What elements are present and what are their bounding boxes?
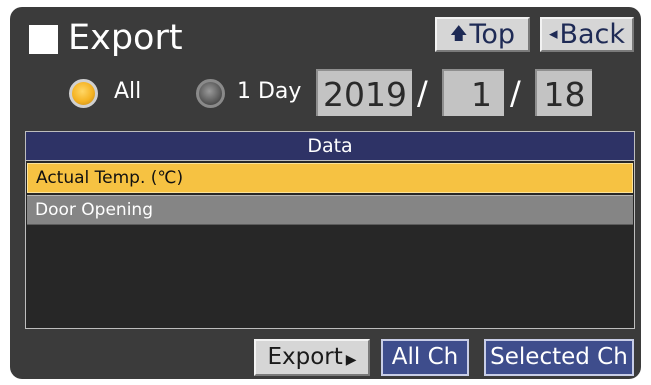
data-list-header: Data bbox=[26, 132, 634, 161]
radio-1-day[interactable] bbox=[196, 79, 225, 108]
month-field[interactable]: 1 bbox=[442, 69, 504, 116]
radio-all-label[interactable]: All bbox=[114, 77, 141, 107]
left-triangle-icon: ◂ bbox=[548, 24, 558, 44]
back-button-label: Back bbox=[559, 19, 626, 50]
title-square-icon bbox=[29, 25, 58, 54]
export-button-label: Export bbox=[267, 344, 343, 370]
selected-ch-button[interactable]: Selected Ch bbox=[484, 339, 634, 376]
top-button-label: Top bbox=[469, 19, 516, 50]
date-separator: / bbox=[417, 74, 428, 112]
all-ch-button[interactable]: All Ch bbox=[381, 339, 469, 376]
date-separator: / bbox=[510, 74, 521, 112]
export-button[interactable]: Export ▶ bbox=[254, 339, 370, 376]
play-triangle-icon: ▶ bbox=[345, 352, 357, 368]
radio-1-day-label[interactable]: 1 Day bbox=[237, 77, 301, 107]
top-button[interactable]: 🡅 Top bbox=[435, 17, 530, 52]
year-field[interactable]: 2019 bbox=[316, 69, 412, 116]
export-screen: Export 🡅 Top ◂ Back All 1 Day 2019 / 1 /… bbox=[10, 7, 641, 379]
data-row-actual-temp[interactable]: Actual Temp. (℃) bbox=[27, 163, 633, 193]
page-title: Export bbox=[68, 18, 183, 58]
data-row-door-opening[interactable]: Door Opening bbox=[27, 195, 633, 225]
radio-all[interactable] bbox=[69, 79, 98, 108]
back-button[interactable]: ◂ Back bbox=[540, 17, 634, 52]
day-field[interactable]: 18 bbox=[535, 69, 592, 116]
up-arrow-icon: 🡅 bbox=[449, 24, 468, 44]
data-list-panel: Data Actual Temp. (℃) Door Opening bbox=[25, 131, 635, 329]
